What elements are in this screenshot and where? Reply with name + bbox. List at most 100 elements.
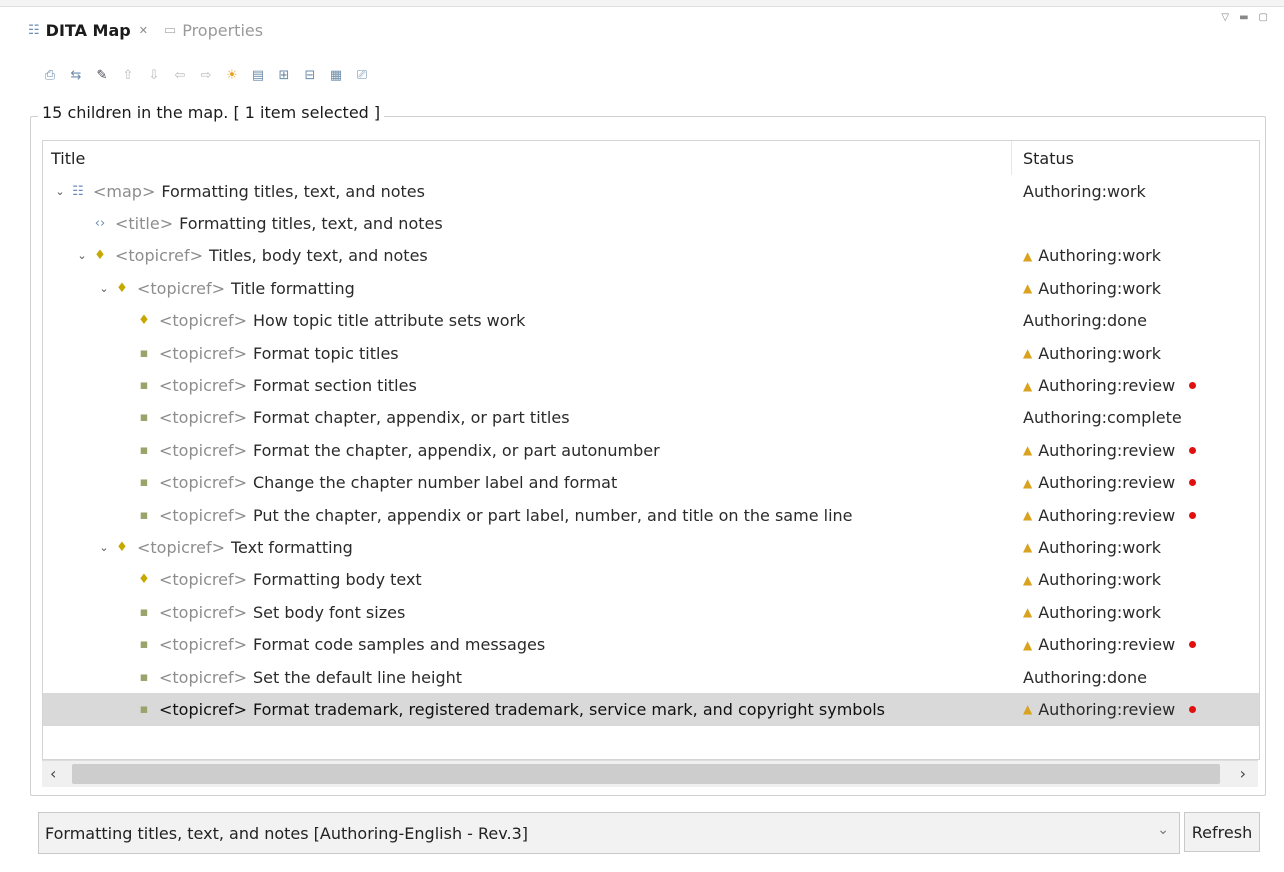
row-title-cell: ▪ <topicref> Format trademark, registered …	[117, 700, 885, 719]
topic-doc-icon: ▪	[139, 637, 149, 653]
status-sun-icon[interactable]: ☀	[222, 65, 242, 85]
status-text: Authoring:work	[1023, 181, 1146, 201]
warning-icon: ▲	[1023, 443, 1033, 458]
chevron-down-icon[interactable]: ⌄	[95, 282, 113, 295]
close-icon[interactable]: ✕	[139, 24, 148, 37]
column-header-status[interactable]: Status	[1023, 149, 1074, 168]
warning-icon: ▲	[1023, 378, 1033, 393]
collapse-icon[interactable]: ⊟	[300, 65, 320, 85]
warning-icon: ▲	[1023, 508, 1033, 523]
element-tag: <topicref>	[159, 667, 247, 687]
topic-doc-icon: ▪	[139, 701, 149, 717]
scroll-left-icon[interactable]: ‹	[50, 764, 56, 783]
row-title-cell: ▪ <topicref> Change the chapter number lab…	[117, 473, 618, 493]
topic-group-icon: ♦	[116, 539, 128, 555]
chevron-down-icon[interactable]: ⌄	[51, 185, 69, 198]
element-tag: <title>	[115, 214, 174, 234]
table-row[interactable]: ⌄ ♦ <topicref> Text formatting ▲ Authoring:wo…	[43, 531, 1259, 563]
warning-icon: ▲	[1023, 540, 1033, 555]
children-summary: 15 children in the map. [ 1 item selecte…	[38, 103, 385, 122]
import-map-icon[interactable]: ⇆	[66, 65, 86, 85]
warning-icon: ▲	[1023, 475, 1033, 490]
tab-dita-map[interactable]: ☷ DITA Map ✕	[20, 10, 156, 50]
move-down-icon[interactable]: ⇩	[144, 65, 164, 85]
row-label: Change the chapter number label and form…	[252, 473, 618, 493]
status-text: Authoring:work	[1038, 343, 1161, 363]
row-title-cell: ▪ <topicref> Set body font sizes	[117, 602, 406, 622]
tab-dita-map-label: DITA Map	[45, 20, 131, 40]
row-label: Format section titles	[252, 376, 417, 396]
table-row[interactable]: ⌄ ♦ <topicref> Title formatting ▲ Authoring:w…	[43, 272, 1259, 304]
table-row[interactable]: ▪ <topicref> Set body font sizes ▲ Authoring…	[43, 596, 1259, 628]
table-row[interactable]: ⌄ ♦ <topicref> Titles, body text, and notes…	[43, 240, 1259, 272]
table-row[interactable]: ▪ <topicref> Format trademark, registered …	[43, 693, 1259, 726]
table-row[interactable]: ▪ <topicref> Format code samples and messa…	[43, 628, 1259, 660]
row-label: Format topic titles	[252, 343, 399, 363]
element-tag: <topicref>	[159, 408, 247, 428]
status-text: Authoring:review	[1038, 635, 1176, 655]
view-controls: ▽ ▬ ▢	[1221, 12, 1268, 23]
row-label: Titles, body text, and notes	[208, 246, 428, 266]
row-status-cell: ▲ Authoring:work	[1023, 279, 1161, 298]
element-tag: <topicref>	[159, 473, 247, 493]
row-label: Set the default line height	[252, 667, 463, 687]
table-row[interactable]: ▪ <topicref> Format chapter, appendix, or …	[43, 402, 1259, 434]
refresh-button[interactable]: Refresh	[1184, 812, 1260, 852]
tab-properties[interactable]: ▭ Properties	[156, 10, 271, 50]
move-left-icon[interactable]: ⇦	[170, 65, 190, 85]
properties-icon[interactable]: ▦	[326, 65, 346, 85]
table-row[interactable]: ♦ <topicref> How topic title attribute set…	[43, 305, 1259, 337]
element-tag: <topicref>	[159, 635, 247, 655]
horizontal-scrollbar[interactable]: ‹ ›	[42, 760, 1258, 787]
row-status-cell: ▲ Authoring:review	[1023, 376, 1197, 395]
map-icon: ☷	[28, 22, 40, 38]
table-row[interactable]: ▪ <topicref> Put the chapter, appendix or …	[43, 499, 1259, 531]
row-label: How topic title attribute sets work	[252, 311, 526, 331]
row-title-cell: ▪ <topicref> Format the chapter, appendix,…	[117, 441, 660, 460]
row-status-cell: ▲ Authoring:work	[1023, 570, 1161, 589]
table-row[interactable]: ♦ <topicref> Formatting body text ▲ Authorin…	[43, 564, 1259, 596]
row-title-cell: ▪ <topicref> Format chapter, appendix, or …	[117, 408, 570, 427]
chevron-down-icon[interactable]: ⌄	[1157, 822, 1169, 838]
element-tag: <topicref>	[159, 602, 247, 622]
insert-child-icon[interactable]: ⊞	[274, 65, 294, 85]
move-up-icon[interactable]: ⇧	[118, 65, 138, 85]
status-text: Authoring:done	[1023, 667, 1147, 687]
table-row[interactable]: ‹› <title> Formatting titles, text, and no…	[43, 207, 1259, 239]
topic-doc-icon: ▪	[139, 604, 149, 620]
export-map-icon[interactable]: ⎙	[40, 65, 60, 85]
map-version-value: Formatting titles, text, and notes [Auth…	[45, 823, 528, 843]
column-divider[interactable]	[1011, 141, 1012, 175]
scrollbar-thumb[interactable]	[72, 764, 1220, 784]
table-row[interactable]: ▪ <topicref> Format the chapter, appendix,…	[43, 434, 1259, 466]
table-row[interactable]: ▪ <topicref> Set the default line height Au…	[43, 661, 1259, 693]
column-header-title[interactable]: Title	[51, 149, 85, 168]
properties-icon: ▭	[163, 22, 177, 38]
minimize-icon[interactable]: ▬	[1239, 12, 1248, 23]
search-icon[interactable]: ✎	[92, 65, 112, 85]
chevron-down-icon[interactable]: ⌄	[73, 249, 91, 262]
row-label: Put the chapter, appendix or part label,…	[252, 505, 853, 525]
row-title-cell: ▪ <topicref> Set the default line height	[117, 668, 462, 687]
chevron-down-icon[interactable]: ⌄	[95, 541, 113, 554]
view-menu-icon[interactable]: ▽	[1221, 12, 1229, 23]
map-version-select[interactable]: Formatting titles, text, and notes [Auth…	[38, 812, 1180, 854]
pending-review-dot-icon	[1189, 705, 1197, 713]
print-icon[interactable]: ⎚	[352, 65, 372, 85]
status-text: Authoring:review	[1038, 440, 1176, 460]
row-label: Format chapter, appendix, or part titles	[252, 408, 570, 428]
element-tag: <topicref>	[137, 537, 225, 557]
table-row[interactable]: ⌄ ☷ <map> Formatting titles, text, and note…	[43, 175, 1259, 207]
row-status-cell: ▲ Authoring:review	[1023, 473, 1197, 492]
scroll-right-icon[interactable]: ›	[1240, 764, 1246, 783]
maximize-icon[interactable]: ▢	[1259, 12, 1268, 23]
new-topic-icon[interactable]: ▤	[248, 65, 268, 85]
status-text: Authoring:work	[1038, 278, 1161, 298]
row-label: Formatting titles, text, and notes	[179, 214, 443, 234]
move-right-icon[interactable]: ⇨	[196, 65, 216, 85]
row-status-cell: ▲ Authoring:review	[1023, 506, 1197, 525]
table-row[interactable]: ▪ <topicref> Format section titles ▲ Authori…	[43, 369, 1259, 401]
table-row[interactable]: ▪ <topicref> Change the chapter number lab…	[43, 467, 1259, 499]
table-row[interactable]: ▪ <topicref> Format topic titles ▲ Authoring…	[43, 337, 1259, 369]
warning-icon: ▲	[1023, 248, 1033, 263]
